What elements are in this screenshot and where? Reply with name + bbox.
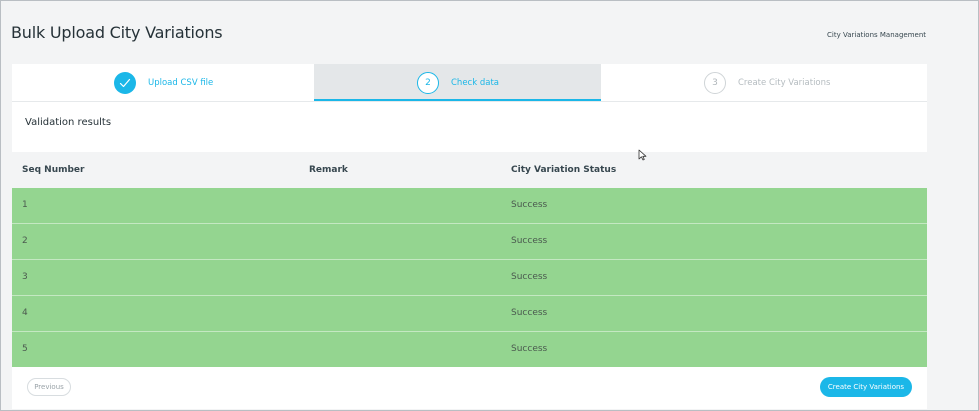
validation-table: Seq Number Remark City Variation Status … bbox=[12, 152, 927, 367]
table-header: Seq Number Remark City Variation Status bbox=[12, 152, 927, 188]
upload-card: Upload CSV file 2 Check data 3 Create Ci… bbox=[12, 64, 927, 409]
cell-seq: 1 bbox=[22, 200, 28, 210]
cell-seq: 4 bbox=[22, 308, 28, 318]
step-create-city-variations[interactable]: 3 Create City Variations bbox=[601, 64, 927, 101]
cell-status: Success bbox=[511, 236, 548, 246]
page-title: Bulk Upload City Variations bbox=[11, 23, 223, 42]
stepper: Upload CSV file 2 Check data 3 Create Ci… bbox=[12, 64, 927, 102]
step-label: Check data bbox=[451, 77, 499, 88]
create-city-variations-button[interactable]: Create City Variations bbox=[820, 377, 912, 397]
step-number: 3 bbox=[704, 71, 726, 94]
column-header-remark: Remark bbox=[309, 165, 348, 175]
cell-status: Success bbox=[511, 200, 548, 210]
step-label: Create City Variations bbox=[738, 77, 831, 88]
table-row: 5 Success bbox=[12, 331, 927, 367]
check-icon-glyph bbox=[119, 78, 131, 87]
table-row: 3 Success bbox=[12, 259, 927, 295]
cell-status: Success bbox=[511, 308, 548, 318]
cell-seq: 5 bbox=[22, 344, 28, 354]
mouse-cursor-icon bbox=[638, 149, 647, 161]
column-header-status: City Variation Status bbox=[511, 165, 617, 175]
column-header-seq: Seq Number bbox=[22, 165, 85, 175]
table-body: 1 Success 2 Success 3 Success 4 Success … bbox=[12, 188, 927, 367]
step-upload-csv[interactable]: Upload CSV file bbox=[12, 64, 314, 101]
cell-seq: 3 bbox=[22, 272, 28, 282]
app-window: Bulk Upload City Variations City Variati… bbox=[0, 0, 979, 411]
check-icon bbox=[114, 71, 136, 94]
step-label: Upload CSV file bbox=[148, 77, 214, 88]
table-row: 4 Success bbox=[12, 295, 927, 331]
cell-status: Success bbox=[511, 272, 548, 282]
cell-seq: 2 bbox=[22, 236, 28, 246]
section-title: Validation results bbox=[25, 117, 112, 128]
breadcrumb-link[interactable]: City Variations Management bbox=[827, 31, 926, 39]
cell-status: Success bbox=[511, 344, 548, 354]
step-check-data[interactable]: 2 Check data bbox=[314, 64, 601, 101]
table-row: 2 Success bbox=[12, 223, 927, 259]
previous-button[interactable]: Previous bbox=[27, 378, 71, 396]
step-number: 2 bbox=[417, 71, 439, 94]
table-row: 1 Success bbox=[12, 188, 927, 223]
